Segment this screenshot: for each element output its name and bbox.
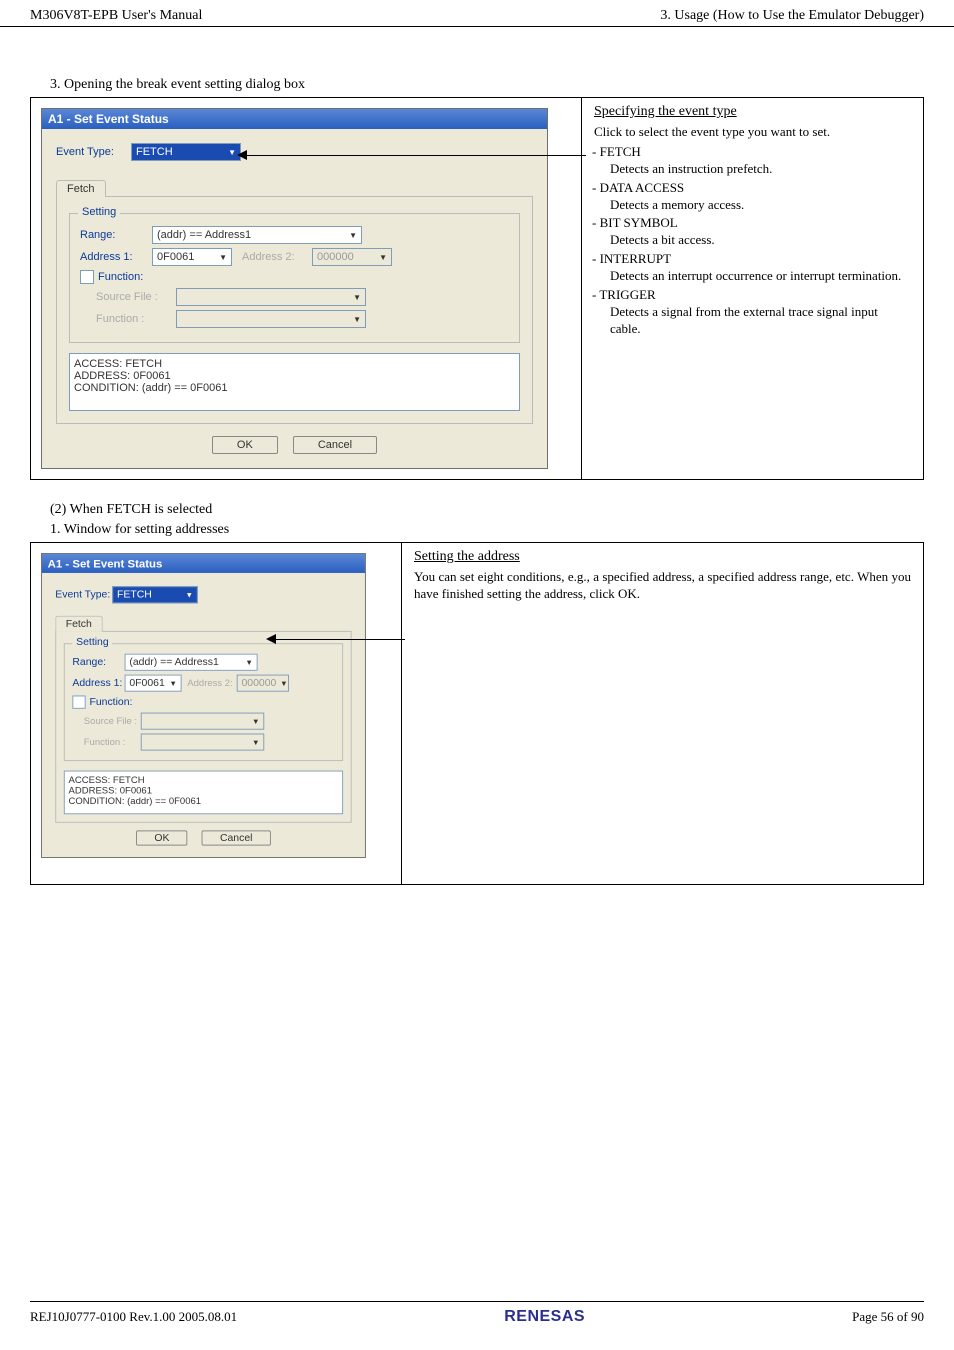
function-label2: Function : (84, 737, 141, 747)
leader-line-2 (275, 639, 405, 640)
ok-button[interactable]: OK (212, 436, 278, 454)
chevron-down-icon: ▼ (353, 315, 361, 324)
brand-logo: RENESAS (504, 1308, 585, 1326)
event-type-value2: FETCH (117, 589, 152, 600)
sub-data: Detects a memory access. (610, 197, 911, 214)
page-header: M306V8T-EPB User's Manual 3. Usage (How … (0, 0, 954, 27)
addr2-combo: 000000 ▼ (312, 248, 392, 266)
chevron-down-icon: ▼ (349, 231, 357, 240)
explain1-title: Specifying the event type (594, 104, 911, 120)
addr1-combo2[interactable]: 0F0061 ▼ (125, 675, 182, 692)
function-combo2: ▼ (141, 734, 265, 751)
dialog2-title: A1 - Set Event Status (42, 554, 365, 573)
chevron-down-icon: ▼ (252, 717, 260, 726)
chevron-down-icon: ▼ (252, 738, 260, 747)
footer-right: Page 56 of 90 (852, 1309, 924, 1325)
leader-line-1 (246, 155, 586, 156)
event-type-combo[interactable]: FETCH ▼ (131, 143, 241, 161)
addr1-label2: Address 1: (72, 677, 124, 688)
cancel-button[interactable]: Cancel (293, 436, 377, 454)
section2-heading: (2) When FETCH is selected (50, 502, 924, 518)
status-box2: ACCESS: FETCH ADDRESS: 0F0061 CONDITION:… (64, 771, 343, 815)
range-label2: Range: (72, 657, 124, 668)
header-left: M306V8T-EPB User's Manual (30, 8, 202, 24)
addr2-label: Address 2: (242, 251, 312, 263)
explain2-body: You can set eight conditions, e.g., a sp… (414, 569, 911, 603)
header-right: 3. Usage (How to Use the Emulator Debugg… (660, 8, 924, 24)
function-checkbox[interactable] (80, 270, 94, 284)
dialog2: A1 - Set Event Status Event Type: FETCH … (41, 553, 366, 858)
source-file-label: Source File : (96, 291, 176, 303)
explain1-list: FETCH Detects an instruction prefetch. D… (602, 144, 911, 338)
sub-int: Detects an interrupt occurrence or inter… (610, 268, 911, 285)
section1-title: 3. Opening the break event setting dialo… (50, 77, 924, 93)
addr2-label2: Address 2: (187, 678, 236, 688)
explain2-title: Setting the address (414, 549, 911, 565)
function-label: Function : (96, 313, 176, 325)
main-content: 3. Opening the break event setting dialo… (0, 27, 954, 885)
range-value: (addr) == Address1 (157, 229, 251, 241)
dialog1: A1 - Set Event Status Event Type: FETCH … (41, 108, 548, 469)
ok-button2[interactable]: OK (136, 830, 187, 845)
explain1-lead: Click to select the event type you want … (594, 124, 911, 141)
term-trig: TRIGGER (602, 287, 911, 304)
arrow-head-2 (266, 634, 276, 644)
chevron-down-icon: ▼ (185, 591, 193, 600)
sub-trig: Detects a signal from the external trace… (610, 304, 911, 338)
source-file-combo2: ▼ (141, 713, 265, 730)
addr2-combo2: 000000 ▼ (237, 675, 289, 692)
chevron-down-icon: ▼ (379, 253, 387, 262)
addr1-label: Address 1: (80, 251, 152, 263)
function-checkbox2[interactable] (72, 696, 85, 709)
explain1-cell: Specifying the event type Click to selec… (582, 97, 924, 480)
addr2-value: 000000 (317, 251, 354, 263)
fetch-tab[interactable]: Fetch (56, 180, 106, 197)
source-file-label2: Source File : (84, 716, 141, 726)
event-type-label2: Event Type: (55, 589, 112, 600)
setting-group: Setting Range: (addr) == Address1 ▼ Addr… (69, 213, 520, 343)
addr2-value2: 000000 (241, 677, 276, 688)
sub-fetch: Detects an instruction prefetch. (610, 161, 911, 178)
fetch-panel2: Setting Range: (addr) == Address1 ▼ Addr… (55, 631, 351, 823)
term-int: INTERRUPT (602, 251, 911, 268)
function-check-label: Function: (98, 271, 143, 283)
group-title: Setting (78, 206, 120, 218)
chevron-down-icon: ▼ (219, 253, 227, 262)
addr1-value2: 0F0061 (129, 677, 164, 688)
range-label: Range: (80, 229, 152, 241)
event-type-value: FETCH (136, 146, 173, 158)
event-type-label: Event Type: (56, 146, 131, 158)
addr1-combo[interactable]: 0F0061 ▼ (152, 248, 232, 266)
source-file-combo: ▼ (176, 288, 366, 306)
chevron-down-icon: ▼ (245, 658, 253, 667)
term-fetch: FETCH (602, 144, 911, 161)
function-combo: ▼ (176, 310, 366, 328)
chevron-down-icon: ▼ (280, 679, 288, 688)
group-title2: Setting (72, 637, 112, 648)
arrow-head-1 (237, 150, 247, 160)
dialog1-title: A1 - Set Event Status (42, 109, 547, 129)
chevron-down-icon: ▼ (228, 148, 236, 157)
chevron-down-icon: ▼ (169, 679, 177, 688)
fetch-panel: Setting Range: (addr) == Address1 ▼ Addr… (56, 196, 533, 424)
chevron-down-icon: ▼ (353, 293, 361, 302)
range-combo2[interactable]: (addr) == Address1 ▼ (125, 654, 258, 671)
section2-title: 1. Window for setting addresses (50, 522, 924, 538)
setting-group2: Setting Range: (addr) == Address1 ▼ Addr… (64, 643, 343, 761)
addr1-value: 0F0061 (157, 251, 194, 263)
footer-left: REJ10J0777-0100 Rev.1.00 2005.08.01 (30, 1309, 237, 1325)
range-value2: (addr) == Address1 (129, 657, 218, 668)
figure2-cell: A1 - Set Event Status Event Type: FETCH … (30, 542, 402, 885)
range-combo[interactable]: (addr) == Address1 ▼ (152, 226, 362, 244)
function-check-label2: Function: (89, 696, 132, 707)
cancel-button2[interactable]: Cancel (202, 830, 271, 845)
explain2-cell: Setting the address You can set eight co… (402, 542, 924, 885)
fetch-tab2[interactable]: Fetch (55, 616, 102, 632)
term-bit: BIT SYMBOL (602, 215, 911, 232)
page-footer: REJ10J0777-0100 Rev.1.00 2005.08.01 RENE… (30, 1301, 924, 1326)
term-data: DATA ACCESS (602, 180, 911, 197)
event-type-combo2[interactable]: FETCH ▼ (112, 586, 198, 603)
sub-bit: Detects a bit access. (610, 232, 911, 249)
status-box: ACCESS: FETCH ADDRESS: 0F0061 CONDITION:… (69, 353, 520, 411)
